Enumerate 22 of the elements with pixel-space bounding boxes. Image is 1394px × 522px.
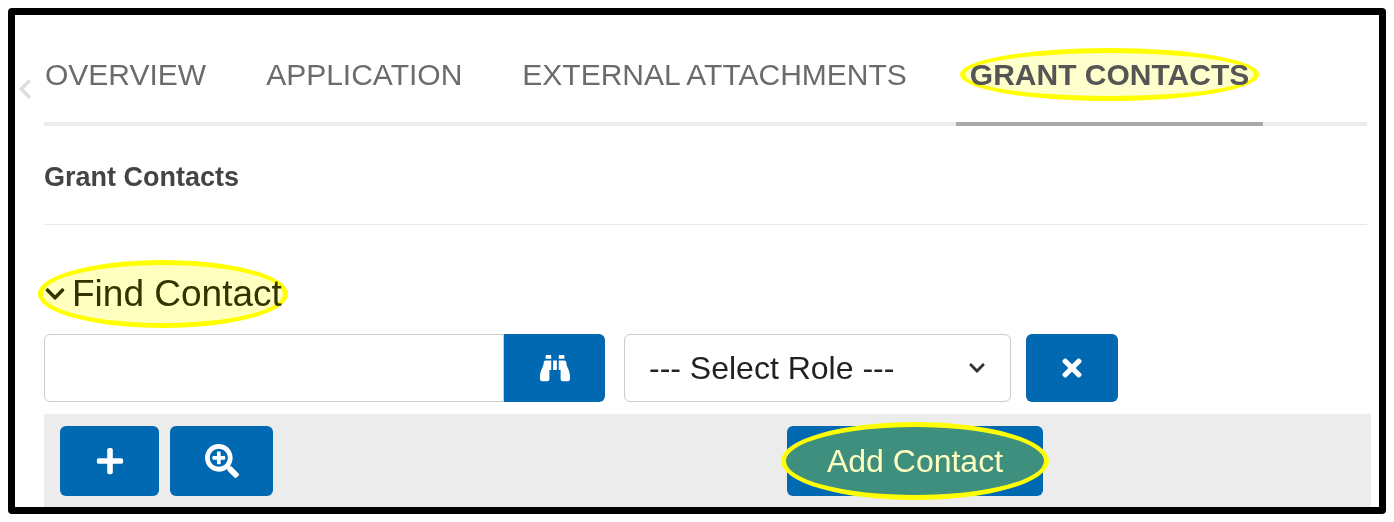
find-contact-toggle[interactable]: Find Contact [38, 260, 288, 328]
tab[interactable]: APPLICATION [255, 53, 474, 126]
clear-button[interactable] [1026, 333, 1118, 402]
tab-label: GRANT CONTACTS [969, 56, 1250, 93]
zoom-in-icon [204, 443, 239, 478]
contact-search-field[interactable] [44, 333, 605, 402]
zoom-button[interactable] [170, 425, 273, 496]
role-select[interactable]: --- Select Role --- [624, 333, 1011, 402]
tab-label: APPLICATION [266, 56, 463, 93]
find-contact-label: Find Contact [72, 272, 282, 317]
plus-icon [94, 445, 125, 476]
search-button[interactable] [504, 333, 605, 402]
search-input[interactable] [44, 333, 504, 402]
role-select-value: --- Select Role --- [649, 348, 895, 388]
add-button[interactable] [60, 425, 159, 496]
section-title: Grant Contacts [44, 160, 240, 194]
tab-label: EXTERNAL ATTACHMENTS [522, 56, 907, 93]
binoculars-icon [539, 352, 570, 383]
tab[interactable]: OVERVIEW [34, 53, 218, 126]
tab-label: OVERVIEW [45, 56, 207, 93]
tab[interactable]: GRANT CONTACTS [955, 53, 1264, 126]
tab[interactable]: EXTERNAL ATTACHMENTS [511, 53, 918, 126]
